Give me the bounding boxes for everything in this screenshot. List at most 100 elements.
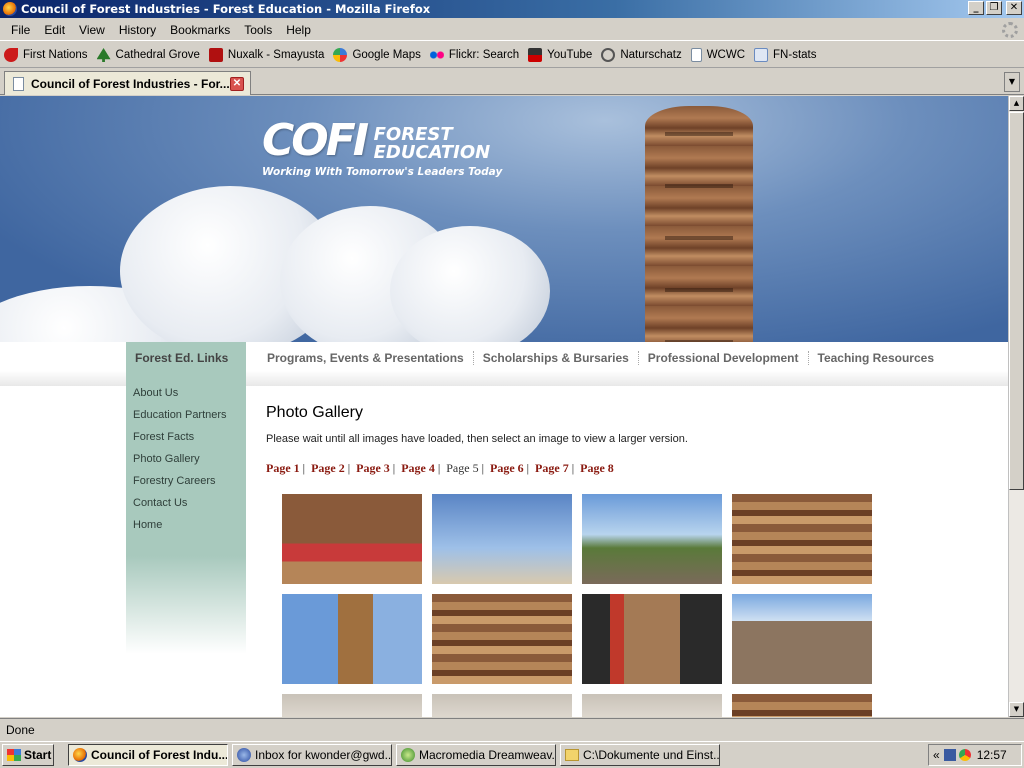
bookmark-youtube[interactable]: YouTube	[528, 48, 592, 62]
tab-close-icon[interactable]: ✕	[230, 77, 244, 91]
status-bar: Done	[0, 718, 1024, 740]
bird-icon	[4, 48, 18, 62]
sidebar-item-forestry-careers[interactable]: Forestry Careers	[133, 474, 246, 496]
sidebar-item-about[interactable]: About Us	[133, 386, 246, 408]
tree-icon	[96, 48, 111, 62]
gallery-thumbnail[interactable]	[732, 494, 872, 584]
sidebar-item-forest-facts[interactable]: Forest Facts	[133, 430, 246, 452]
gallery-thumbnail[interactable]	[582, 694, 722, 717]
bookmark-first-nations[interactable]: First Nations	[4, 48, 88, 62]
page-link-4[interactable]: Page 4	[401, 461, 435, 475]
status-text: Done	[6, 722, 35, 737]
bookmark-nuxalk[interactable]: Nuxalk - Smayusta	[208, 48, 324, 62]
tab-list-dropdown-icon[interactable]: ▼	[1004, 72, 1020, 92]
pagination: Page 1 | Page 2 | Page 3 | Page 4 | Page 5 | …	[266, 461, 614, 475]
close-window-button[interactable]: ✕	[1006, 1, 1022, 15]
menu-help[interactable]: Help	[279, 23, 318, 37]
scrollbar-thumb[interactable]	[1009, 112, 1024, 490]
stats-icon	[754, 48, 769, 62]
bookmark-fn-stats[interactable]: FN-stats	[754, 48, 816, 62]
window-title-bar: Council of Forest Industries - Forest Ed…	[0, 0, 1024, 18]
gallery-thumbnail[interactable]	[582, 494, 722, 584]
sidebar: About Us Education Partners Forest Facts…	[126, 374, 246, 654]
page-link-3[interactable]: Page 3	[356, 461, 390, 475]
thunderbird-icon	[237, 748, 251, 762]
sidebar-item-education-partners[interactable]: Education Partners	[133, 408, 246, 430]
gallery-thumbnail[interactable]	[732, 594, 872, 684]
window-title: Council of Forest Industries - Forest Ed…	[21, 2, 431, 16]
restore-button[interactable]: ❐	[986, 1, 1002, 15]
windows-logo-icon	[7, 749, 21, 761]
main-content: Photo Gallery Please wait until all imag…	[266, 404, 886, 476]
bookmarks-toolbar: First Nations Cathedral Grove Nuxalk - S…	[0, 43, 1024, 68]
totem-pole-image	[645, 106, 753, 342]
sidebar-item-photo-gallery[interactable]: Photo Gallery	[133, 452, 246, 474]
sidebar-item-contact[interactable]: Contact Us	[133, 496, 246, 518]
menu-file[interactable]: File	[4, 23, 37, 37]
tab-cofi[interactable]: Council of Forest Industries - For... ✕	[4, 71, 251, 95]
taskbar: Start Council of Forest Indu... Inbox fo…	[0, 741, 1024, 768]
bookmark-flickr[interactable]: Flickr: Search	[429, 48, 519, 62]
menu-view[interactable]: View	[72, 23, 112, 37]
minimize-button[interactable]: _	[968, 1, 984, 15]
page-link-8[interactable]: Page 8	[580, 461, 614, 475]
tray-expand-icon[interactable]: «	[933, 748, 940, 762]
page-link-6[interactable]: Page 6	[490, 461, 524, 475]
start-button[interactable]: Start	[2, 744, 54, 766]
naturschatz-icon	[601, 48, 616, 62]
gallery-thumbnail[interactable]	[432, 494, 572, 584]
gallery-intro: Please wait until all images have loaded…	[266, 433, 688, 445]
nav-teaching-resources[interactable]: Teaching Resources	[809, 351, 943, 365]
menu-bar: File Edit View History Bookmarks Tools H…	[0, 19, 1024, 41]
logo-tagline: Working With Tomorrow's Leaders Today	[262, 166, 503, 178]
system-tray: « 12:57	[928, 744, 1022, 766]
cloud-image	[390, 226, 550, 342]
page-title: Photo Gallery	[266, 404, 363, 421]
menu-tools[interactable]: Tools	[237, 23, 279, 37]
logo-mark: COFI	[262, 115, 369, 166]
n-logo-icon	[208, 48, 223, 62]
scroll-down-icon[interactable]: ▼	[1009, 702, 1024, 717]
taskbar-item-firefox[interactable]: Council of Forest Indu...	[68, 744, 228, 766]
nav-professional-development[interactable]: Professional Development	[639, 351, 809, 365]
vertical-scrollbar[interactable]: ▲ ▼	[1008, 96, 1024, 717]
gallery-thumbnail[interactable]	[582, 594, 722, 684]
gallery-thumbnail[interactable]	[432, 694, 572, 717]
sidebar-title: Forest Ed. Links	[126, 342, 246, 374]
site-logo[interactable]: COFI FOREST EDUCATION Working With Tomor…	[262, 115, 503, 179]
flickr-icon	[429, 48, 444, 62]
taskbar-item-dreamweaver[interactable]: Macromedia Dreamweav...	[396, 744, 556, 766]
gallery-thumbnail[interactable]	[282, 594, 422, 684]
page-link-2[interactable]: Page 2	[311, 461, 345, 475]
gallery-thumbnail[interactable]	[732, 694, 872, 717]
taskbar-item-thunderbird[interactable]: Inbox for kwonder@gwd...	[232, 744, 392, 766]
nav-scholarships[interactable]: Scholarships & Bursaries	[474, 351, 639, 365]
firefox-icon	[73, 748, 87, 762]
scroll-up-icon[interactable]: ▲	[1009, 96, 1024, 111]
menu-history[interactable]: History	[112, 23, 163, 37]
taskbar-item-explorer[interactable]: C:\Dokumente und Einst...	[560, 744, 720, 766]
nav-programs[interactable]: Programs, Events & Presentations	[258, 351, 474, 365]
bookmark-naturschatz[interactable]: Naturschatz	[601, 48, 682, 62]
bookmark-cathedral-grove[interactable]: Cathedral Grove	[96, 48, 200, 62]
gallery-thumbnail[interactable]	[282, 494, 422, 584]
bookmark-google-maps[interactable]: Google Maps	[333, 48, 421, 62]
bookmark-wcwc[interactable]: WCWC	[690, 48, 745, 62]
firefox-icon	[3, 2, 17, 16]
youtube-icon	[528, 48, 543, 62]
page-link-1[interactable]: Page 1	[266, 461, 300, 475]
sidebar-item-home[interactable]: Home	[133, 518, 246, 540]
tab-bar: Council of Forest Industries - For... ✕ …	[0, 69, 1024, 95]
throbber-icon	[1002, 22, 1018, 38]
logo-line-education: EDUCATION	[373, 142, 491, 163]
header-banner: COFI FOREST EDUCATION Working With Tomor…	[0, 96, 1008, 342]
page-icon	[690, 48, 702, 62]
page-link-7[interactable]: Page 7	[535, 461, 569, 475]
gallery-thumbnail[interactable]	[432, 594, 572, 684]
dreamweaver-icon	[401, 748, 415, 762]
gallery-thumbnail[interactable]	[282, 694, 422, 717]
menu-edit[interactable]: Edit	[37, 23, 72, 37]
tab-label: Council of Forest Industries - For...	[31, 76, 230, 91]
menu-bookmarks[interactable]: Bookmarks	[163, 23, 237, 37]
clock[interactable]: 12:57	[977, 748, 1007, 762]
